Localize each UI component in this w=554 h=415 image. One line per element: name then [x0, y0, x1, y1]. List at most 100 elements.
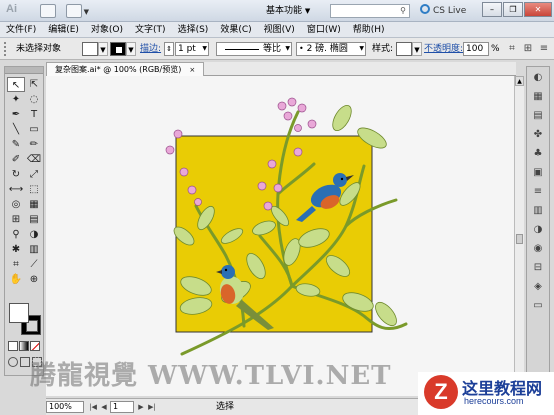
menu-window[interactable]: 窗口(W) — [301, 22, 347, 38]
width-tool-icon[interactable]: ⟷ — [7, 182, 25, 197]
tools-panel: ↖ ⇱ ✦ ◌ ✒ T ╲ ▭ ✎ ✏ ✐ ⌫ ↻ ⤢ ⟷ ⬚ ◎ ▦ ⊞ ▤ … — [4, 66, 44, 376]
type-tool-icon[interactable]: T — [25, 107, 43, 122]
document-setup-icon[interactable]: ⌗ — [506, 42, 518, 56]
stroke-panel-icon[interactable]: ≡ — [528, 184, 548, 200]
variable-width-profile[interactable]: 等比 ▼ — [216, 42, 292, 56]
pen-tool-icon[interactable]: ✒ — [7, 107, 25, 122]
menu-type[interactable]: 文字(T) — [129, 22, 172, 38]
graphic-styles-icon[interactable]: ▣ — [528, 165, 548, 181]
stroke-weight-field[interactable]: 1 pt ▼ — [175, 42, 209, 56]
graphic-style-swatch[interactable] — [396, 42, 412, 56]
tools-panel-grip[interactable] — [5, 67, 43, 74]
restore-button[interactable]: ❐ — [503, 2, 523, 17]
line-tool-icon[interactable]: ╲ — [7, 122, 25, 137]
scroll-thumb[interactable] — [516, 234, 523, 244]
document-tab[interactable]: 复杂图案.ai* @ 100% (RGB/预览) × — [46, 62, 205, 76]
first-artboard-icon[interactable]: |◀ — [88, 401, 98, 413]
vertical-scrollbar[interactable]: ▲ ▼ — [514, 76, 524, 396]
close-tab-icon[interactable]: × — [189, 66, 195, 74]
brand-z-logo: Z — [424, 375, 458, 409]
help-search-input[interactable]: ⚲ — [330, 4, 410, 18]
color-guide-icon[interactable]: ▦ — [528, 89, 548, 105]
close-button[interactable]: ✕ — [524, 2, 552, 17]
none-mode-icon[interactable] — [30, 341, 40, 351]
shape-builder-tool-icon[interactable]: ◎ — [7, 197, 25, 212]
fill-stroke-indicator[interactable] — [9, 303, 43, 337]
eyedropper-tool-icon[interactable]: ⚲ — [7, 227, 25, 242]
blob-brush-tool-icon[interactable]: ✐ — [7, 152, 25, 167]
color-mode-buttons — [8, 341, 42, 353]
scroll-up-arrow[interactable]: ▲ — [515, 76, 524, 86]
arrange-documents-icon[interactable]: ▼ — [66, 4, 89, 18]
paintbrush-tool-icon[interactable]: ✎ — [7, 137, 25, 152]
draw-normal-icon[interactable] — [8, 357, 18, 367]
slice-tool-icon[interactable]: ⟋ — [25, 257, 43, 272]
rectangle-tool-icon[interactable]: ▭ — [25, 122, 43, 137]
menu-object[interactable]: 对象(O) — [85, 22, 129, 38]
transparency-panel-icon[interactable]: ◑ — [528, 222, 548, 238]
stroke-dropdown[interactable]: ▼ — [126, 42, 136, 56]
layers-panel-icon[interactable]: ◈ — [528, 279, 548, 295]
brushes-panel-icon[interactable]: ✤ — [528, 127, 548, 143]
last-artboard-icon[interactable]: ▶| — [147, 401, 157, 413]
zoom-field[interactable]: 100% — [46, 401, 84, 413]
artboard-tool-icon[interactable]: ⌗ — [7, 257, 25, 272]
previous-artboard-icon[interactable]: ◀ — [99, 401, 109, 413]
gradient-tool-icon[interactable]: ▤ — [25, 212, 43, 227]
gradient-mode-icon[interactable] — [19, 341, 29, 351]
lasso-tool-icon[interactable]: ◌ — [25, 92, 43, 107]
stroke-weight-stepper[interactable]: ⇕ — [164, 42, 174, 56]
stroke-label[interactable]: 描边: — [140, 42, 161, 56]
hand-tool-icon[interactable]: ✋ — [7, 272, 25, 287]
rotate-tool-icon[interactable]: ↻ — [7, 167, 25, 182]
blend-tool-icon[interactable]: ◑ — [25, 227, 43, 242]
color-panel-icon[interactable]: ◐ — [528, 70, 548, 86]
brush-definition[interactable]: • 2 磅. 椭圆 ▼ — [296, 42, 366, 56]
control-bar-grip[interactable] — [4, 42, 7, 56]
perspective-grid-tool-icon[interactable]: ▦ — [25, 197, 43, 212]
mesh-tool-icon[interactable]: ⊞ — [7, 212, 25, 227]
stroke-swatch[interactable] — [110, 42, 126, 56]
workspace-switcher[interactable]: 基本功能 ▼ — [266, 4, 328, 18]
menu-file[interactable]: 文件(F) — [0, 22, 42, 38]
minimize-button[interactable]: – — [482, 2, 502, 17]
scale-tool-icon[interactable]: ⤢ — [25, 167, 43, 182]
symbols-panel-icon[interactable]: ♣ — [528, 146, 548, 162]
fill-swatch[interactable] — [82, 42, 98, 56]
opacity-label[interactable]: 不透明度: — [424, 42, 463, 56]
appearance-panel-icon[interactable]: ◉ — [528, 241, 548, 257]
artboard-number-field[interactable]: 1 — [110, 401, 134, 413]
free-transform-tool-icon[interactable]: ⬚ — [25, 182, 43, 197]
artboards-panel-icon[interactable]: ▭ — [528, 298, 548, 314]
align-panel-icon[interactable]: ⊟ — [528, 260, 548, 276]
graphic-style-dropdown[interactable]: ▼ — [412, 42, 422, 56]
artwork[interactable] — [46, 76, 514, 396]
symbol-sprayer-tool-icon[interactable]: ✱ — [7, 242, 25, 257]
menu-effect[interactable]: 效果(C) — [214, 22, 257, 38]
cs-live-button[interactable]: CS Live — [420, 4, 466, 18]
fill-dropdown[interactable]: ▼ — [98, 42, 108, 56]
magic-wand-tool-icon[interactable]: ✦ — [7, 92, 25, 107]
color-mode-icon[interactable] — [8, 341, 18, 351]
pencil-tool-icon[interactable]: ✏ — [25, 137, 43, 152]
menu-edit[interactable]: 编辑(E) — [42, 22, 85, 38]
bridge-icon[interactable] — [40, 4, 56, 18]
direct-selection-tool-icon[interactable]: ⇱ — [25, 77, 43, 92]
panel-menu-icon[interactable]: ≡ — [538, 42, 550, 56]
next-artboard-icon[interactable]: ▶ — [136, 401, 146, 413]
zoom-tool-icon[interactable]: ⊕ — [25, 272, 43, 287]
eraser-tool-icon[interactable]: ⌫ — [25, 152, 43, 167]
draw-behind-icon[interactable] — [20, 357, 30, 367]
selection-tool-icon[interactable]: ↖ — [7, 77, 25, 92]
profile-label: 等比 — [262, 44, 281, 54]
opacity-field[interactable]: 100 — [463, 42, 489, 56]
canvas-area[interactable] — [46, 76, 514, 396]
gradient-panel-icon[interactable]: ▥ — [528, 203, 548, 219]
swatches-panel-icon[interactable]: ▤ — [528, 108, 548, 124]
menu-select[interactable]: 选择(S) — [172, 22, 215, 38]
column-graph-tool-icon[interactable]: ▥ — [25, 242, 43, 257]
menu-help[interactable]: 帮助(H) — [347, 22, 391, 38]
fill-box[interactable] — [9, 303, 29, 323]
menu-view[interactable]: 视图(V) — [258, 22, 301, 38]
align-icon[interactable]: ⊞ — [522, 42, 534, 56]
